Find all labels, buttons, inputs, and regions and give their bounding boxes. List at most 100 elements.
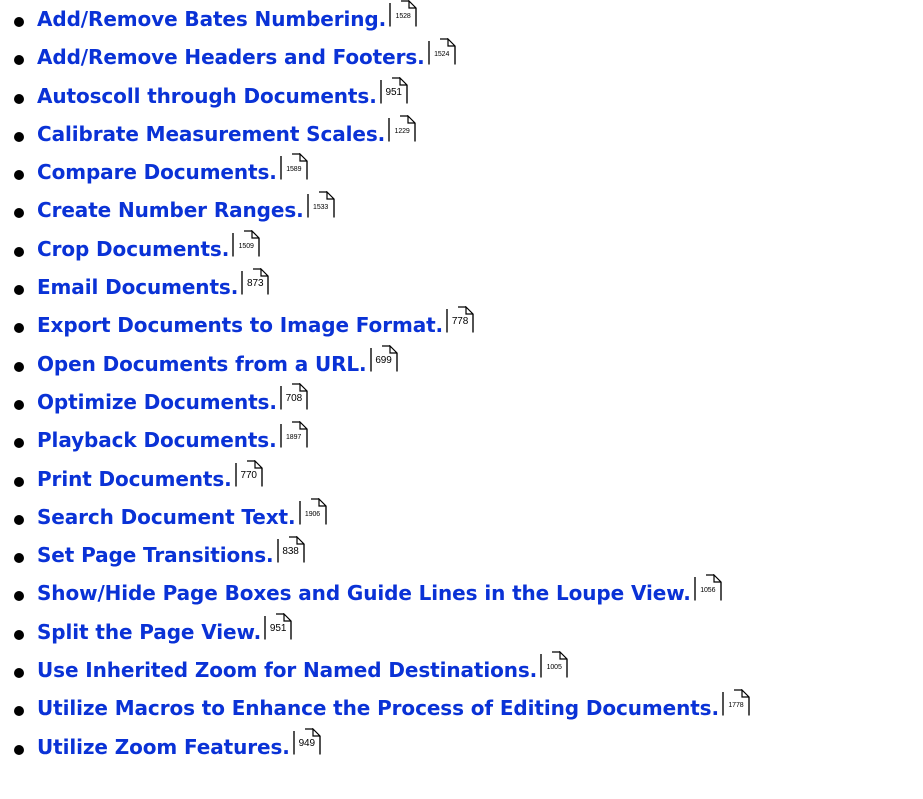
- page-number: 1906: [304, 510, 321, 518]
- topic-link[interactable]: Optimize Documents. 708: [37, 382, 308, 417]
- topic-link-label: Add/Remove Bates Numbering.: [37, 7, 387, 31]
- page-corner-icon[interactable]: 770: [235, 459, 263, 487]
- page-number: 699: [375, 354, 392, 366]
- topic-link[interactable]: Set Page Transitions. 838: [37, 536, 305, 570]
- page-number: 1533: [313, 204, 329, 212]
- topic-link-line: Open Documents from a URL. 699: [37, 344, 398, 379]
- topic-link[interactable]: Add/Remove Bates Numbering. 1528: [37, 0, 417, 34]
- topic-link-label: Use Inherited Zoom for Named Destination…: [37, 658, 538, 683]
- topic-link-line: Export Documents to Image Format. 778: [37, 306, 474, 340]
- topic-link-line: Crop Documents. 1509: [37, 229, 260, 264]
- page-corner-icon[interactable]: 708: [280, 382, 308, 410]
- page-number: 1509: [238, 242, 254, 250]
- topic-link[interactable]: Split the Page View. 951: [37, 612, 292, 647]
- page-corner-icon[interactable]: 838: [276, 536, 305, 563]
- topic-link-line: Split the Page View. 951: [37, 612, 292, 647]
- page-number: 1528: [395, 13, 411, 20]
- topic-link-line: Compare Documents. 1589: [37, 153, 308, 187]
- topic-link[interactable]: Create Number Ranges. 1533: [37, 191, 335, 225]
- topic-link-label: Calibrate Measurement Scales.: [37, 121, 386, 146]
- page-corner-icon[interactable]: 951: [380, 76, 408, 104]
- topic-link-label: Utilize Macros to Enhance the Process of…: [37, 696, 719, 721]
- topic-link-line: Add/Remove Headers and Footers. 1524: [37, 38, 456, 72]
- topic-link[interactable]: Utilize Zoom Features. 949: [37, 727, 321, 762]
- bullet-icon: [14, 629, 24, 640]
- bullet-icon: [14, 514, 24, 525]
- topic-link[interactable]: Compare Documents. 1589: [37, 153, 308, 187]
- topic-link[interactable]: Print Documents. 770: [37, 459, 263, 494]
- topic-link-line: Optimize Documents. 708: [37, 382, 308, 417]
- topic-link[interactable]: Use Inherited Zoom for Named Destination…: [37, 651, 568, 685]
- topic-link-line: Create Number Ranges. 1533: [37, 191, 335, 225]
- topic-link[interactable]: Utilize Macros to Enhance the Process of…: [37, 689, 750, 723]
- topic-link[interactable]: Show/Hide Page Boxes and Guide Lines in …: [37, 574, 722, 608]
- page-number: 778: [451, 316, 469, 328]
- topic-link-label: Crop Documents.: [37, 236, 230, 261]
- topic-link[interactable]: Add/Remove Headers and Footers. 1524: [37, 38, 456, 72]
- page-number: 873: [247, 278, 264, 290]
- bullet-icon: [14, 476, 24, 487]
- page-number: 1056: [700, 587, 716, 595]
- bullet-icon: [14, 93, 24, 104]
- page-corner-icon[interactable]: 778: [446, 306, 474, 333]
- topic-link[interactable]: Open Documents from a URL. 699: [37, 344, 398, 379]
- bullet-icon: [14, 323, 24, 334]
- topic-link[interactable]: Autoscoll through Documents. 951: [37, 76, 408, 111]
- page-number: 951: [269, 622, 287, 634]
- topic-link-line: Email Documents. 873: [37, 268, 269, 302]
- topic-link-label: Add/Remove Headers and Footers.: [37, 45, 425, 70]
- topic-link-label: Set Page Transitions.: [37, 543, 274, 568]
- page-corner-icon[interactable]: 1229: [388, 114, 416, 142]
- topic-link[interactable]: Search Document Text. 1906: [37, 497, 327, 532]
- page-corner-icon[interactable]: 1056: [694, 574, 722, 601]
- topic-link[interactable]: Email Documents. 873: [37, 268, 269, 302]
- page-corner-icon[interactable]: 1533: [307, 191, 335, 218]
- page-corner-icon[interactable]: 951: [264, 612, 292, 640]
- topic-link-line: Add/Remove Bates Numbering. 1528: [37, 0, 417, 34]
- page-number: 1589: [286, 166, 302, 174]
- bullet-icon: [14, 399, 24, 410]
- topic-link-label: Compare Documents.: [37, 160, 277, 185]
- page-corner-icon[interactable]: 1589: [280, 153, 308, 180]
- page-number: 1524: [434, 51, 450, 59]
- page-number: 708: [285, 392, 303, 404]
- topic-link-line: Print Documents. 770: [37, 459, 263, 494]
- bullet-icon: [14, 208, 24, 219]
- topic-link-line: Utilize Macros to Enhance the Process of…: [37, 689, 750, 723]
- page-corner-icon[interactable]: 699: [369, 344, 398, 372]
- topic-link-line: Search Document Text. 1906: [37, 497, 327, 532]
- topic-link-label: Show/Hide Page Boxes and Guide Lines in …: [37, 581, 691, 606]
- topic-link[interactable]: Playback Documents. 1897: [37, 421, 308, 455]
- bullet-icon: [14, 361, 24, 372]
- topic-link-line: Playback Documents. 1897: [37, 421, 308, 455]
- topic-link-label: Email Documents.: [37, 275, 239, 300]
- topic-link-line: Utilize Zoom Features. 949: [37, 727, 321, 762]
- topic-link-label: Utilize Zoom Features.: [37, 734, 290, 759]
- page-corner-icon[interactable]: 1524: [428, 38, 456, 65]
- bullet-icon: [14, 246, 24, 257]
- page-corner-icon[interactable]: 1528: [389, 0, 417, 27]
- bullet-icon: [14, 744, 24, 755]
- page-corner-icon[interactable]: 1509: [232, 229, 260, 257]
- topic-link[interactable]: Crop Documents. 1509: [37, 229, 260, 264]
- page-corner-icon[interactable]: 1778: [722, 689, 750, 716]
- page-number: 838: [282, 546, 299, 558]
- topic-link-label: Print Documents.: [37, 466, 232, 491]
- page-corner-icon[interactable]: 1897: [280, 421, 308, 448]
- page-corner-icon[interactable]: 1906: [298, 497, 327, 525]
- topic-link-line: Show/Hide Page Boxes and Guide Lines in …: [37, 574, 722, 608]
- bullet-icon: [14, 591, 24, 602]
- topic-link-line: Set Page Transitions. 838: [37, 536, 305, 570]
- page-number: 1897: [286, 434, 302, 442]
- topic-link-label: Create Number Ranges.: [37, 198, 304, 223]
- bullet-icon: [14, 170, 24, 181]
- bullet-icon: [14, 55, 24, 66]
- page-corner-icon[interactable]: 1005: [540, 651, 568, 678]
- page-corner-icon[interactable]: 873: [241, 268, 269, 295]
- bullet-icon: [14, 438, 24, 449]
- page-corner-icon[interactable]: 949: [293, 727, 321, 755]
- topic-link[interactable]: Export Documents to Image Format. 778: [37, 306, 474, 340]
- topic-link[interactable]: Calibrate Measurement Scales. 1229: [37, 114, 416, 149]
- bullet-icon: [14, 668, 24, 679]
- page-number: 770: [240, 469, 257, 481]
